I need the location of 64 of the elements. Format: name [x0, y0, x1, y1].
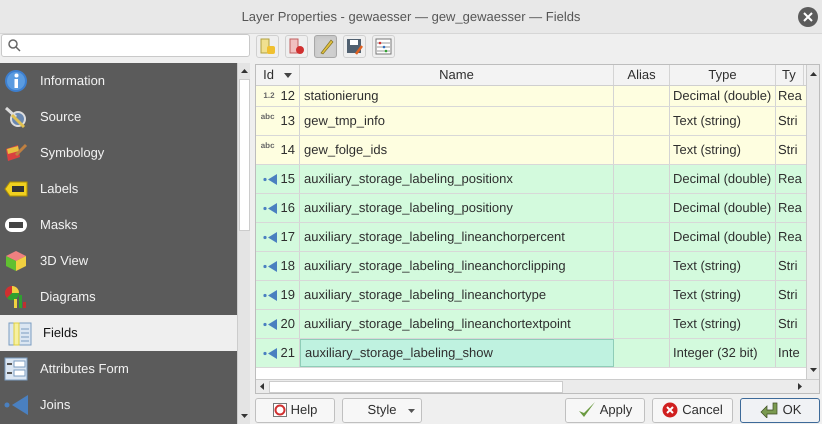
sidebar-item[interactable]: Diagrams	[0, 279, 237, 315]
table-cell[interactable]: auxiliary_storage_labeling_lineanchorclipping	[300, 252, 614, 280]
sidebar-item[interactable]: Labels	[0, 171, 237, 207]
window-title: Layer Properties - gewaesser — gew_gewaesser — Fields	[242, 8, 580, 26]
sidebar-item[interactable]: Masks	[0, 207, 237, 243]
table-cell[interactable]: auxiliary_storage_labeling_positionx	[300, 165, 614, 193]
table-cell-text: Text (string)	[673, 286, 741, 304]
sidebar-item[interactable]: Source	[0, 99, 237, 135]
type-label: abc	[260, 111, 275, 123]
table-cell-text: 17	[280, 228, 295, 246]
type-label: abc	[260, 140, 275, 152]
style-dropdown[interactable]: Style	[342, 398, 422, 422]
table-cell-text: 18	[280, 257, 295, 276]
table-cell[interactable]: gew_tmp_info	[300, 107, 614, 135]
table-cell[interactable]: auxiliary_storage_labeling_positiony	[300, 194, 614, 222]
dialog-button[interactable]: OK	[740, 398, 820, 422]
table-cell[interactable]: auxiliary_storage_labeling_lineanchorpercent	[300, 223, 614, 251]
dialog-button[interactable]: Cancel	[652, 398, 733, 422]
table-cell-text: Text (string)	[673, 141, 741, 160]
table-cell-text: 19	[280, 286, 295, 304]
table-cell-text: 20	[280, 315, 295, 334]
sidebar-item[interactable]: Symbology	[0, 135, 237, 171]
column-header[interactable]: Alias	[614, 65, 670, 85]
table-cell-text: Stri	[778, 286, 798, 304]
table-cell-text: 13	[280, 112, 295, 130]
sidebar-item[interactable]: 3D View	[0, 243, 237, 279]
table-cell-text: 16	[280, 199, 295, 218]
column-header[interactable]: Name	[300, 65, 614, 85]
table-cell-text: Integer (32 bit)	[673, 344, 758, 362]
table-cell-text: Decimal (double)	[673, 87, 772, 106]
table-cell-text: 14	[280, 141, 295, 160]
table-cell[interactable]: auxiliary_storage_labeling_lineanchortype	[300, 281, 614, 309]
dialog-button[interactable]: Apply	[565, 398, 645, 422]
dialog-button[interactable]: Help	[255, 398, 335, 422]
table-cell-text: Stri	[778, 257, 798, 276]
table-cell-text: Stri	[778, 141, 798, 160]
table-cell[interactable]: auxiliary_storage_labeling_lineanchortextpoint	[300, 310, 614, 338]
table-cell-text: 21	[280, 344, 295, 362]
table-cell-text: Rea	[778, 170, 802, 188]
table-cell-text: 15	[280, 170, 295, 188]
sidebar-item[interactable]: Information	[0, 63, 237, 99]
table-cell[interactable]: auxiliary_storage_labeling_show	[300, 339, 614, 367]
table-cell-text: Rea	[778, 228, 802, 246]
table-cell-text: Rea	[778, 87, 802, 106]
table-cell-text: Decimal (double)	[673, 228, 772, 246]
table-cell-text: Text (string)	[673, 257, 741, 276]
column-header[interactable]: Type	[670, 65, 776, 85]
table-cell-text: Stri	[778, 315, 798, 334]
table-cell-text: Stri	[778, 112, 798, 130]
table-cell-text: 12	[280, 87, 295, 105]
table-cell-text: Decimal (double)	[673, 199, 772, 218]
table-cell-text: Decimal (double)	[673, 170, 772, 188]
table-cell-text: Text (string)	[673, 315, 741, 334]
table-cell-text: Inte	[778, 344, 800, 362]
sidebar-item[interactable]: Attributes Form	[0, 351, 237, 387]
table-cell[interactable]: gew_folge_ids	[300, 136, 614, 164]
column-header[interactable]: Id	[256, 65, 300, 85]
table-cell[interactable]: stationierung	[300, 86, 614, 106]
column-header[interactable]: Ty	[776, 65, 804, 85]
sidebar-item[interactable]: Joins	[0, 387, 237, 423]
type-label: 1.2	[263, 90, 275, 102]
sidebar-item[interactable]: Fields	[0, 315, 237, 351]
table-cell-text: Text (string)	[673, 112, 741, 130]
table-cell-text: Rea	[778, 199, 802, 218]
